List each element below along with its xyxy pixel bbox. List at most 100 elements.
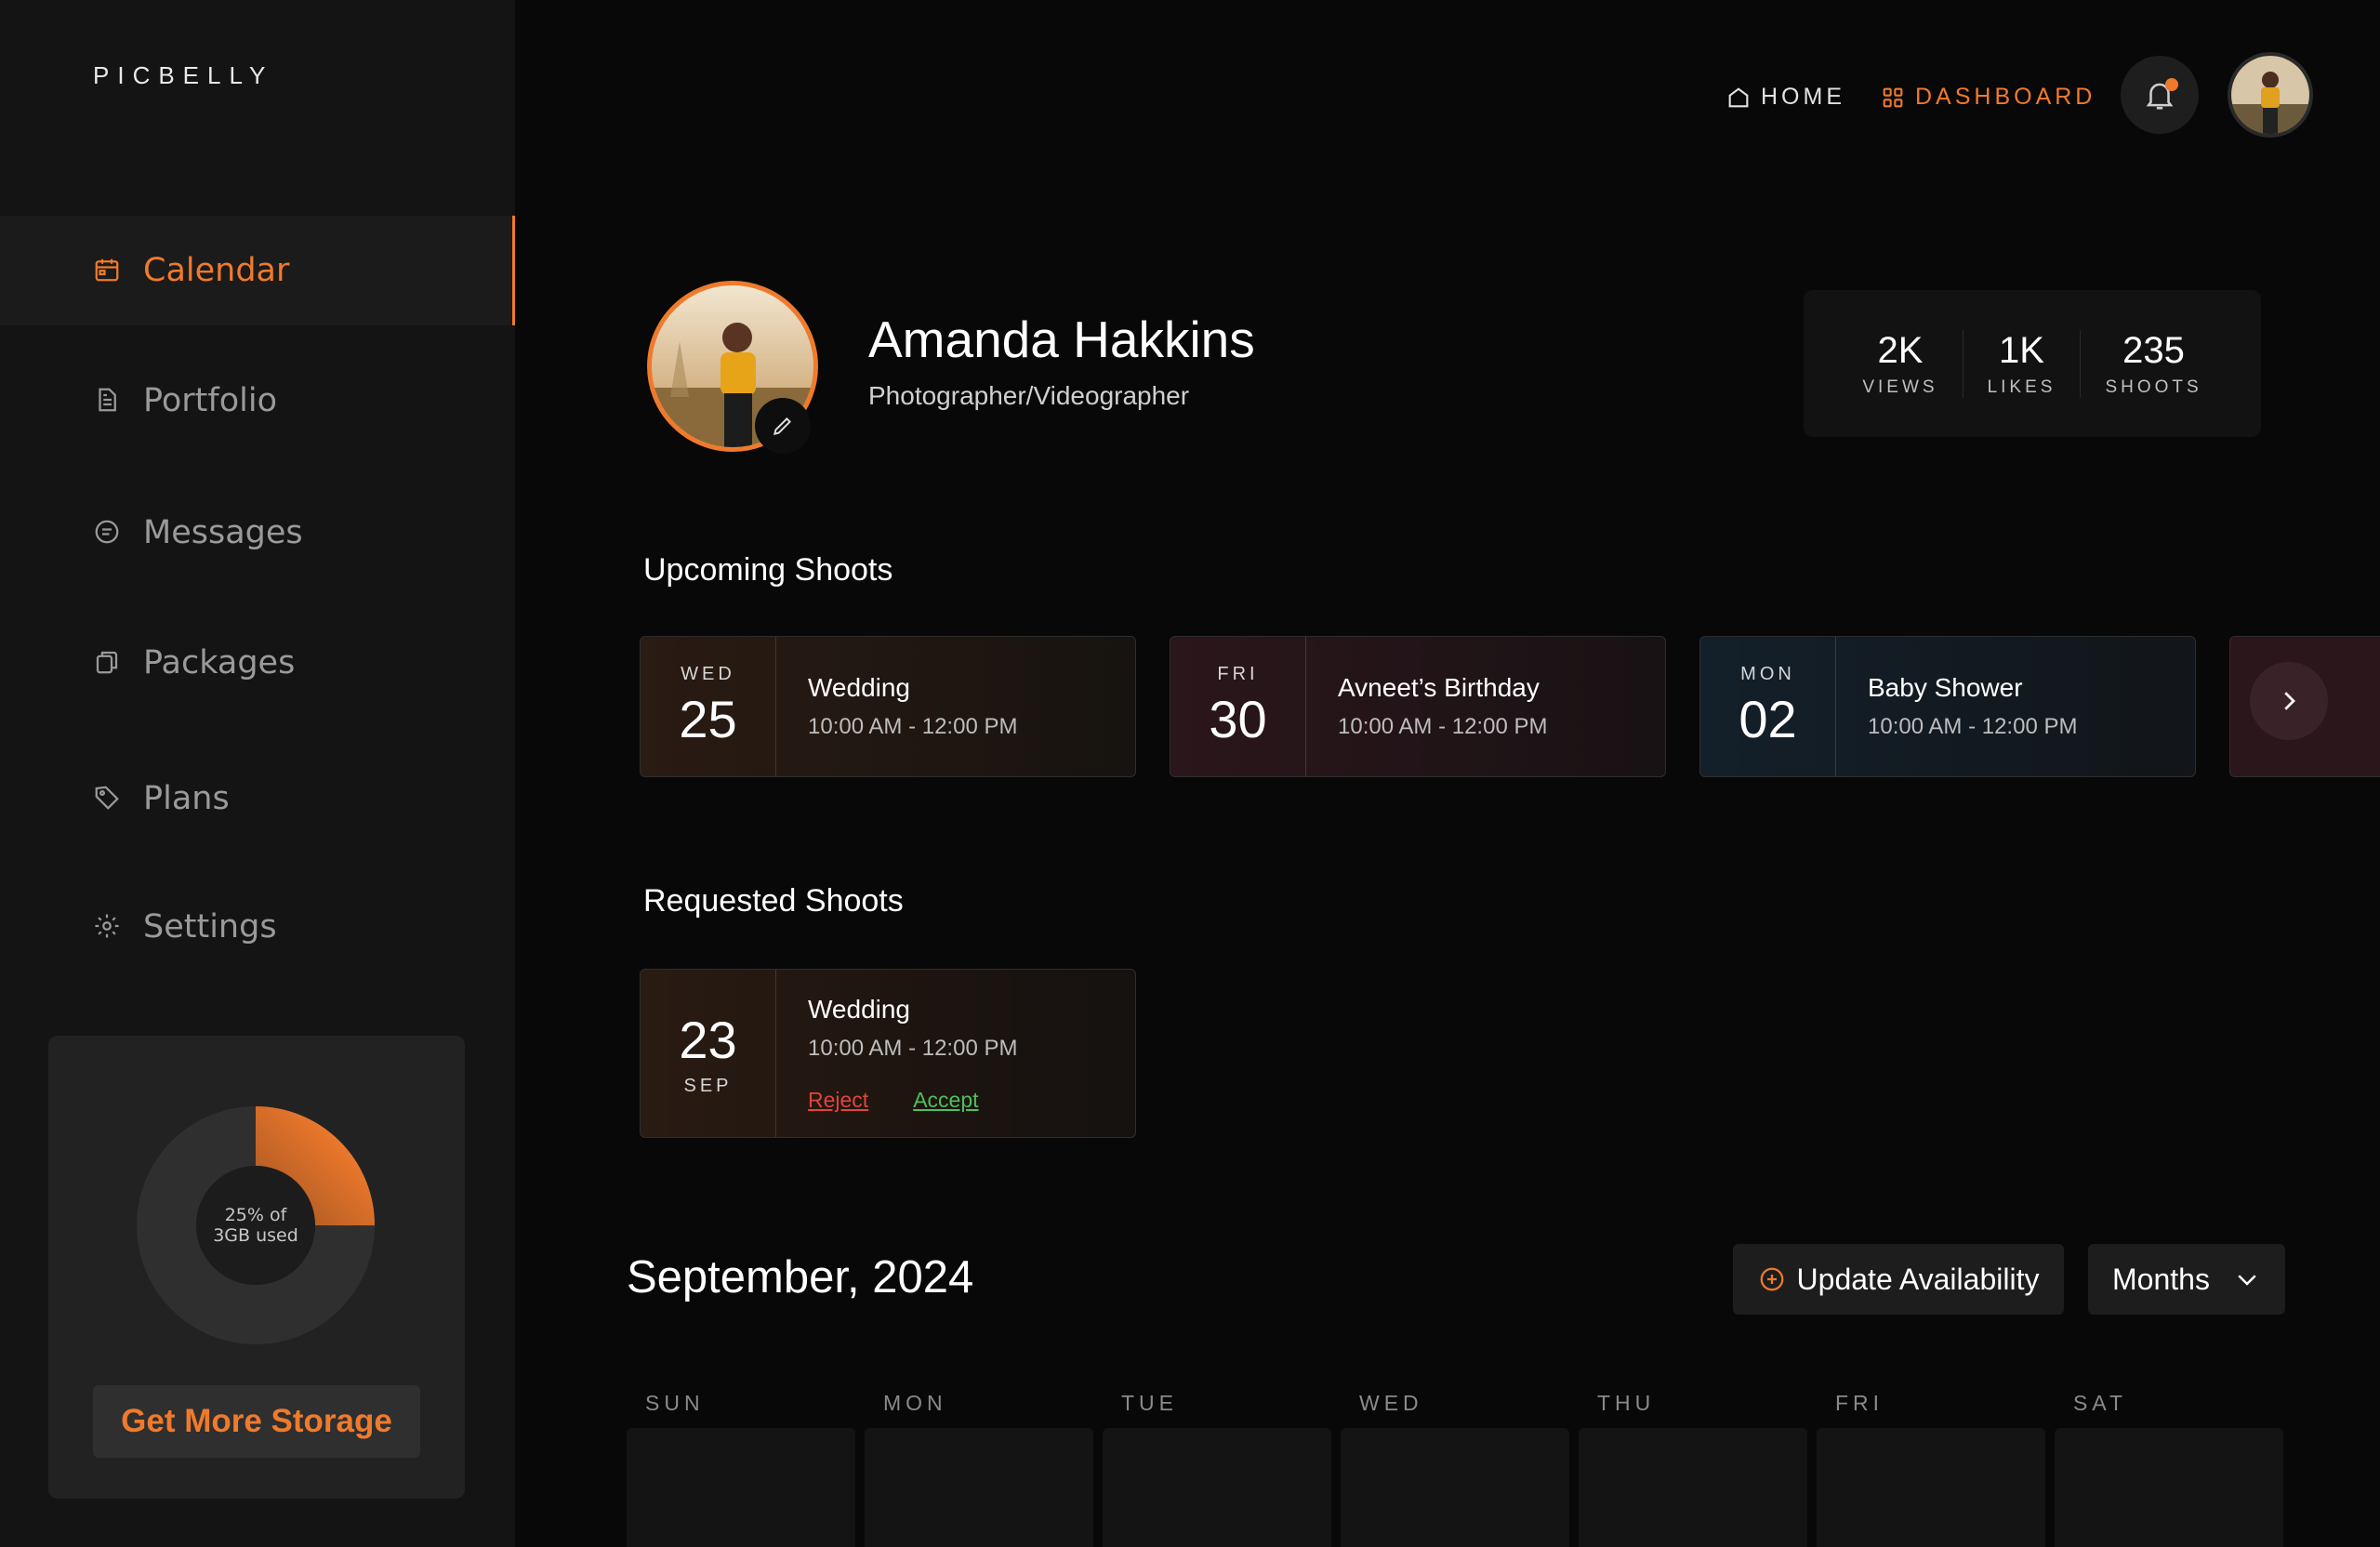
sidebar-item-label: Packages [143, 644, 296, 681]
requested-shoots-title: Requested Shoots [643, 883, 904, 919]
sidebar-item-plans[interactable]: Plans [0, 744, 515, 853]
app-logo[interactable]: PICBELLY [93, 61, 273, 90]
reject-link[interactable]: Reject [808, 1088, 868, 1113]
update-availability-label: Update Availability [1796, 1262, 2040, 1296]
weekday-label: WED [1359, 1391, 1423, 1415]
stat-views: 2K VIEWS [1838, 330, 1962, 398]
notifications-button[interactable] [2121, 56, 2199, 134]
shoot-day: 25 [679, 690, 737, 748]
storage-usage-line1: 25% of [224, 1205, 287, 1225]
calendar-icon [93, 256, 123, 285]
nav-dashboard-link[interactable]: DASHBOARD [1880, 84, 2096, 111]
shoot-day-of-week: WED [681, 664, 735, 684]
pencil-icon [773, 417, 791, 436]
get-more-storage-button[interactable]: Get More Storage [93, 1385, 420, 1458]
weekday-label: TUE [1121, 1391, 1178, 1415]
sidebar-item-label: Settings [143, 908, 277, 945]
shoot-date: 23 SEP [641, 970, 776, 1137]
upcoming-shoots-title: Upcoming Shoots [643, 552, 893, 588]
storage-card: 25% of 3GB used Get More Storage [48, 1036, 465, 1499]
shoot-title: Avneet’s Birthday [1338, 673, 1540, 702]
storage-usage-line2: 3GB used [213, 1225, 298, 1246]
shoot-info: Avneet’s Birthday 10:00 AM - 12:00 PM [1306, 637, 1547, 776]
tag-icon [93, 784, 123, 813]
shoot-info: Wedding 10:00 AM - 12:00 PM Reject Accep… [776, 970, 1017, 1137]
shoot-info: Wedding 10:00 AM - 12:00 PM [776, 637, 1017, 776]
shoot-day-of-week: FRI [1217, 664, 1259, 684]
stat-value: 2K [1877, 329, 1924, 371]
next-shoots-button[interactable] [2250, 662, 2328, 740]
chevron-right-icon [2284, 692, 2295, 710]
home-icon [1728, 86, 1749, 107]
calendar-day-cell[interactable] [1817, 1428, 2045, 1547]
nav-home-link[interactable]: HOME [1726, 84, 1845, 111]
shoot-title: Baby Shower [1868, 673, 2023, 702]
dashboard-grid-icon [1883, 87, 1903, 107]
accept-link[interactable]: Accept [913, 1088, 978, 1113]
shoot-day: 02 [1739, 690, 1797, 748]
weekday-label: MON [883, 1391, 947, 1415]
calendar-day-cell[interactable] [1103, 1428, 1331, 1547]
nav-dashboard-label: DASHBOARD [1915, 84, 2096, 110]
plus-circle-icon [1760, 1267, 1783, 1291]
shoot-title: Wedding [808, 994, 911, 1024]
user-avatar[interactable] [2228, 52, 2313, 138]
shoot-date: MON 02 [1700, 637, 1836, 776]
gear-icon [93, 912, 123, 942]
request-actions: Reject Accept [808, 1088, 1017, 1113]
calendar-month-title: September, 2024 [627, 1252, 974, 1302]
shoot-title: Wedding [808, 673, 911, 702]
view-select[interactable]: Months [2088, 1244, 2285, 1315]
shoot-day-of-week: MON [1740, 664, 1795, 684]
notification-dot [2165, 78, 2178, 91]
shoot-day: 23 [679, 1011, 737, 1069]
shoot-time: 10:00 AM - 12:00 PM [808, 1035, 1018, 1061]
chevron-down-icon [2238, 1275, 2256, 1286]
document-icon [93, 386, 123, 416]
upcoming-shoot-card[interactable]: FRI 30 Avneet’s Birthday 10:00 AM - 12:0… [1170, 636, 1666, 777]
profile-role: Photographer/Videographer [868, 381, 1190, 410]
shoot-month: SEP [683, 1076, 733, 1096]
requested-shoot-card: 23 SEP Wedding 10:00 AM - 12:00 PM Rejec… [640, 969, 1136, 1138]
sidebar-item-label: Portfolio [143, 382, 277, 419]
shoot-date: WED 25 [641, 637, 776, 776]
sidebar-item-label: Calendar [143, 252, 290, 289]
weekday-label: THU [1597, 1391, 1656, 1415]
sidebar-item-label: Messages [143, 514, 303, 551]
sidebar-item-portfolio[interactable]: Portfolio [0, 346, 515, 456]
calendar-day-cell[interactable] [2055, 1428, 2283, 1547]
shoot-time: 10:00 AM - 12:00 PM [1868, 714, 2078, 739]
sidebar-item-messages[interactable]: Messages [0, 478, 515, 588]
storage-usage-text: 25% of 3GB used [137, 1106, 375, 1344]
shoot-day: 30 [1209, 690, 1267, 748]
view-select-value: Months [2112, 1262, 2210, 1296]
sidebar-item-packages[interactable]: Packages [0, 608, 515, 718]
weekday-label: SUN [645, 1391, 705, 1415]
message-icon [93, 518, 123, 548]
stat-value: 1K [1999, 329, 2044, 371]
upcoming-shoot-card[interactable]: MON 02 Baby Shower 10:00 AM - 12:00 PM [1699, 636, 2196, 777]
stat-label: LIKES [1987, 377, 2056, 397]
stat-label: SHOOTS [2105, 377, 2202, 397]
profile-name: Amanda Hakkins [868, 311, 1255, 368]
shoot-date: FRI 30 [1170, 637, 1306, 776]
nav-home-label: HOME [1761, 84, 1845, 110]
edit-avatar-button[interactable] [755, 398, 811, 454]
sidebar: PICBELLY Calendar Portfolio Messages Pac… [0, 0, 515, 1547]
upcoming-shoot-card[interactable]: WED 25 Wedding 10:00 AM - 12:00 PM [640, 636, 1136, 777]
profile-stats: 2K VIEWS 1K LIKES 235 SHOOTS [1804, 290, 2261, 437]
stat-shoots: 235 SHOOTS [2080, 329, 2226, 398]
calendar-day-cell[interactable] [627, 1428, 855, 1547]
shoot-info: Baby Shower 10:00 AM - 12:00 PM [1836, 637, 2077, 776]
shoot-time: 10:00 AM - 12:00 PM [808, 714, 1018, 739]
stat-value: 235 [2122, 329, 2185, 371]
calendar-day-cell[interactable] [865, 1428, 1093, 1547]
calendar-day-cell[interactable] [1341, 1428, 1569, 1547]
sidebar-item-label: Plans [143, 780, 230, 817]
shoot-time: 10:00 AM - 12:00 PM [1338, 714, 1548, 739]
update-availability-button[interactable]: Update Availability [1733, 1244, 2064, 1315]
sidebar-item-calendar[interactable]: Calendar [0, 216, 515, 325]
weekday-label: SAT [2073, 1391, 2128, 1415]
calendar-day-cell[interactable] [1579, 1428, 1807, 1547]
sidebar-item-settings[interactable]: Settings [0, 872, 515, 982]
